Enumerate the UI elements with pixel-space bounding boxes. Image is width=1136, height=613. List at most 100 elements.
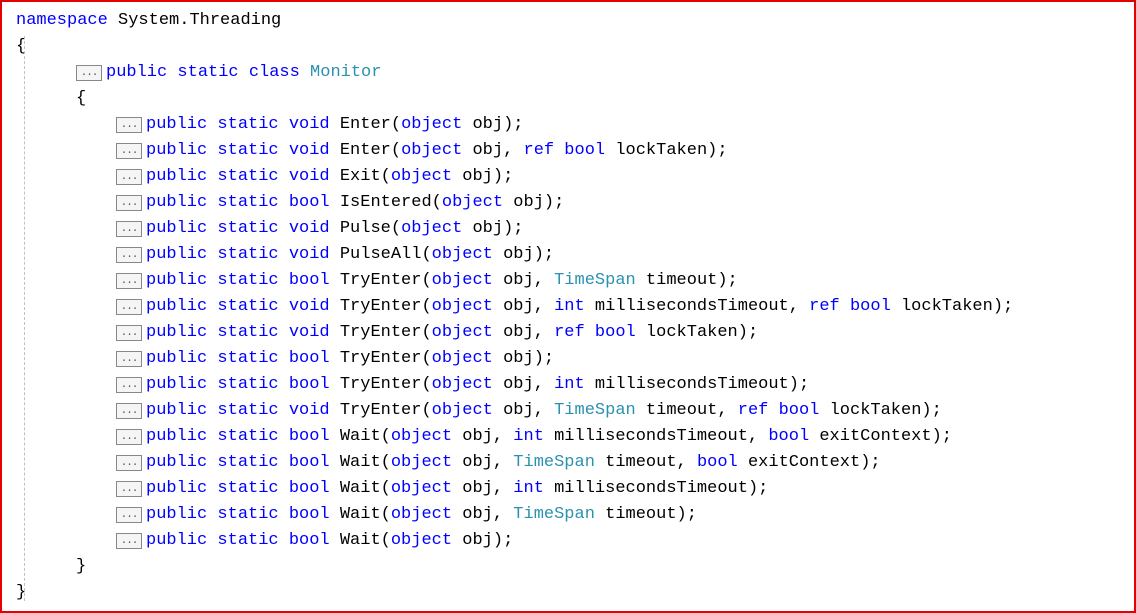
collapse-icon[interactable]: ... [116, 481, 142, 497]
param-text: obj, [493, 268, 554, 294]
collapse-icon[interactable]: ... [116, 507, 142, 523]
method-end: ); [789, 372, 809, 398]
method-line: ...public static bool TryEnter(object ob… [16, 268, 1124, 294]
method-end: ); [534, 242, 554, 268]
method-end: ); [932, 424, 952, 450]
param-keyword: object [391, 450, 452, 476]
method-name: Wait( [340, 528, 391, 554]
collapse-icon[interactable]: ... [116, 247, 142, 263]
param-text: millisecondsTimeout [585, 372, 789, 398]
param-text: exitContext [809, 424, 931, 450]
brace: } [76, 554, 86, 580]
method-end: ); [921, 398, 941, 424]
method-end: ); [860, 450, 880, 476]
param-text: millisecondsTimeout [544, 476, 748, 502]
collapse-icon[interactable]: ... [116, 299, 142, 315]
collapse-icon[interactable]: ... [116, 325, 142, 341]
method-end: ); [738, 320, 758, 346]
method-name: TryEnter( [340, 372, 432, 398]
method-end: ); [493, 164, 513, 190]
method-name: TryEnter( [340, 398, 432, 424]
method-line: ...public static void Enter(object obj); [16, 112, 1124, 138]
param-keyword: object [432, 346, 493, 372]
param-text: millisecondsTimeout, [585, 294, 809, 320]
method-line: ...public static void Exit(object obj); [16, 164, 1124, 190]
method-modifiers: public static void [146, 164, 340, 190]
method-end: ); [534, 346, 554, 372]
collapse-icon[interactable]: ... [116, 195, 142, 211]
method-modifiers: public static bool [146, 268, 340, 294]
method-end: ); [707, 138, 727, 164]
method-modifiers: public static bool [146, 346, 340, 372]
method-modifiers: public static void [146, 138, 340, 164]
param-keyword: object [432, 268, 493, 294]
param-keyword: object [432, 320, 493, 346]
param-keyword: ref bool [524, 138, 606, 164]
class-line: ... public static class Monitor [16, 60, 1124, 86]
param-text: obj, [493, 372, 554, 398]
brace-close-ns: } [16, 580, 1124, 606]
param-keyword: bool [697, 450, 738, 476]
param-text: obj [452, 528, 493, 554]
param-keyword: bool [768, 424, 809, 450]
param-type: TimeSpan [554, 268, 636, 294]
collapse-icon[interactable]: ... [116, 221, 142, 237]
collapse-icon[interactable]: ... [116, 377, 142, 393]
param-text: obj [503, 190, 544, 216]
param-keyword: int [513, 424, 544, 450]
param-keyword: object [432, 294, 493, 320]
method-name: Wait( [340, 424, 391, 450]
method-line: ...public static bool Wait(object obj, i… [16, 476, 1124, 502]
param-text: obj, [452, 450, 513, 476]
param-text: lockTaken [819, 398, 921, 424]
brace-open-class: { [16, 86, 1124, 112]
method-name: PulseAll( [340, 242, 432, 268]
param-keyword: ref bool [554, 320, 636, 346]
method-line: ...public static bool TryEnter(object ob… [16, 346, 1124, 372]
method-name: Wait( [340, 450, 391, 476]
method-name: Pulse( [340, 216, 401, 242]
collapse-icon[interactable]: ... [116, 351, 142, 367]
method-line: ...public static bool Wait(object obj, T… [16, 450, 1124, 476]
method-name: Enter( [340, 112, 401, 138]
param-keyword: object [442, 190, 503, 216]
collapse-icon[interactable]: ... [116, 455, 142, 471]
method-line: ...public static bool IsEntered(object o… [16, 190, 1124, 216]
method-name: TryEnter( [340, 346, 432, 372]
param-text: obj, [493, 398, 554, 424]
param-keyword: object [401, 112, 462, 138]
method-line: ...public static void Enter(object obj, … [16, 138, 1124, 164]
method-end: ); [677, 502, 697, 528]
method-modifiers: public static bool [146, 502, 340, 528]
param-text: lockTaken [636, 320, 738, 346]
param-keyword: int [554, 372, 585, 398]
param-keyword: object [401, 216, 462, 242]
param-text: obj [452, 164, 493, 190]
param-text: timeout, [636, 398, 738, 424]
param-type: TimeSpan [554, 398, 636, 424]
method-end: ); [503, 216, 523, 242]
collapse-icon[interactable]: ... [116, 403, 142, 419]
method-modifiers: public static bool [146, 190, 340, 216]
param-text: obj [493, 346, 534, 372]
method-modifiers: public static void [146, 398, 340, 424]
param-text: obj [462, 216, 503, 242]
collapse-icon[interactable]: ... [116, 273, 142, 289]
brace-close-class: } [16, 554, 1124, 580]
collapse-icon[interactable]: ... [116, 117, 142, 133]
param-keyword: object [391, 164, 452, 190]
collapse-icon[interactable]: ... [76, 65, 102, 81]
collapse-icon[interactable]: ... [116, 169, 142, 185]
method-modifiers: public static void [146, 216, 340, 242]
collapse-icon[interactable]: ... [116, 429, 142, 445]
method-end: ); [993, 294, 1013, 320]
method-name: Wait( [340, 502, 391, 528]
method-name: TryEnter( [340, 268, 432, 294]
brace-open-ns: { [16, 34, 1124, 60]
collapse-icon[interactable]: ... [116, 533, 142, 549]
method-modifiers: public static bool [146, 528, 340, 554]
param-text: lockTaken [605, 138, 707, 164]
param-text: obj [493, 242, 534, 268]
collapse-icon[interactable]: ... [116, 143, 142, 159]
method-line: ...public static bool Wait(object obj, T… [16, 502, 1124, 528]
